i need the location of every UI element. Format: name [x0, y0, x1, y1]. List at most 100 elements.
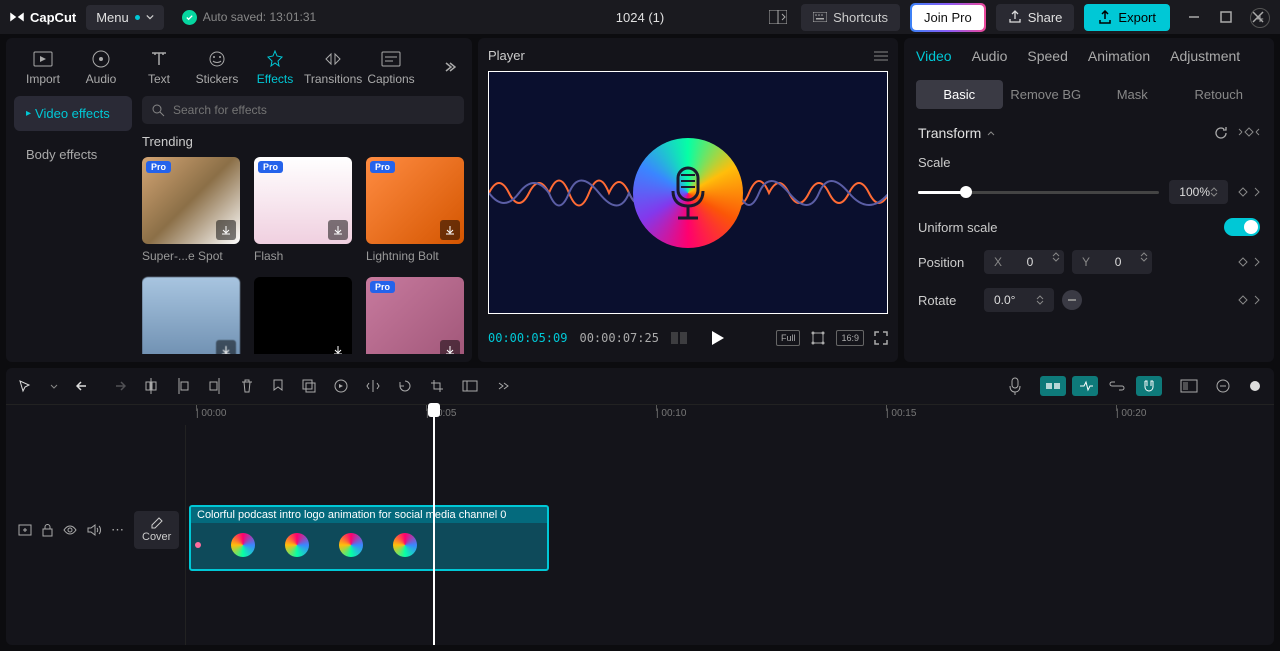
compare-icon[interactable] — [671, 332, 687, 344]
mirror-tool[interactable] — [366, 379, 380, 393]
track-more-icon[interactable]: ⋯ — [111, 522, 124, 538]
snap-toggle-2[interactable] — [1072, 376, 1098, 396]
keyframe-next-icon[interactable] — [1254, 187, 1260, 197]
redo-button[interactable] — [110, 379, 126, 393]
undo-button[interactable] — [76, 379, 92, 393]
maximize-button[interactable] — [1220, 11, 1240, 23]
selection-dropdown[interactable] — [50, 384, 58, 389]
subtab-remove-bg[interactable]: Remove BG — [1003, 80, 1090, 109]
effect-card[interactable]: Pro Super-...e Spot — [142, 157, 240, 263]
join-pro-button[interactable]: Join Pro — [910, 3, 986, 32]
track-mute-icon[interactable] — [87, 524, 101, 536]
record-button[interactable] — [1008, 377, 1022, 395]
magnet-toggle[interactable] — [1136, 376, 1162, 396]
cover-button[interactable]: Cover — [134, 511, 179, 549]
track-add-icon[interactable] — [18, 524, 32, 536]
split-tool[interactable] — [144, 378, 158, 394]
chevron-up-icon[interactable] — [987, 129, 995, 137]
delete-tool[interactable] — [240, 378, 254, 394]
timeline-ruler[interactable]: | 00:00 | 00:05 | 00:10 | 00:15 | 00:20 — [186, 405, 1274, 425]
rotate-tool[interactable] — [398, 379, 412, 393]
nav-tab-import[interactable]: Import — [14, 44, 72, 90]
keyframe-nav-icon[interactable] — [1238, 126, 1260, 140]
keyframe-next-icon[interactable] — [1254, 295, 1260, 305]
sidebar-item-video-effects[interactable]: Video effects — [14, 96, 132, 131]
uniform-scale-toggle[interactable] — [1224, 218, 1260, 236]
preview-toggle[interactable] — [1180, 379, 1198, 393]
crop-tool[interactable] — [430, 379, 444, 393]
inspector-tab-video[interactable]: Video — [916, 48, 952, 72]
podcast-logo — [633, 138, 743, 248]
share-button[interactable]: Share — [996, 4, 1075, 31]
subtab-mask[interactable]: Mask — [1089, 80, 1176, 109]
player-canvas[interactable] — [488, 71, 888, 314]
inspector-tab-animation[interactable]: Animation — [1088, 48, 1150, 72]
link-toggle[interactable] — [1104, 376, 1130, 396]
marker-tool[interactable] — [272, 378, 284, 394]
rotate-value[interactable]: 0.0° — [984, 288, 1054, 312]
keyframe-icon[interactable] — [1238, 187, 1248, 197]
player-menu-icon[interactable] — [874, 51, 888, 61]
download-icon[interactable] — [216, 340, 236, 354]
trim-left-tool[interactable] — [176, 378, 190, 394]
position-y-input[interactable]: Y 0 — [1072, 250, 1152, 274]
download-icon[interactable] — [440, 220, 460, 240]
snap-toggle-1[interactable] — [1040, 376, 1066, 396]
nav-tab-captions[interactable]: Captions — [362, 44, 420, 90]
reset-icon[interactable] — [1214, 126, 1228, 140]
nav-tab-text[interactable]: Text — [130, 44, 188, 90]
menu-button[interactable]: Menu — [86, 5, 164, 30]
download-icon[interactable] — [440, 340, 460, 354]
scale-value[interactable]: 100% — [1169, 180, 1228, 204]
inspector-tab-speed[interactable]: Speed — [1027, 48, 1067, 72]
nav-tab-audio[interactable]: Audio — [72, 44, 130, 90]
zoom-in-button[interactable]: + — [1250, 8, 1270, 28]
zoom-out-button[interactable] — [1216, 379, 1230, 393]
timeline-tracks[interactable]: Colorful podcast intro logo animation fo… — [186, 425, 1274, 645]
subtab-retouch[interactable]: Retouch — [1176, 80, 1263, 109]
nav-more-button[interactable] — [434, 52, 464, 82]
nav-tab-transitions[interactable]: Transitions — [304, 44, 362, 90]
play-button[interactable] — [711, 330, 725, 346]
keyframe-next-icon[interactable] — [1254, 257, 1260, 267]
full-button[interactable]: Full — [776, 330, 801, 346]
playhead[interactable] — [433, 405, 435, 645]
trim-right-tool[interactable] — [208, 378, 222, 394]
shortcuts-button[interactable]: Shortcuts — [801, 4, 900, 31]
effect-card[interactable] — [142, 277, 240, 354]
export-button[interactable]: Export — [1084, 4, 1170, 31]
copy-tool[interactable] — [302, 379, 316, 393]
effect-card[interactable]: Pro Lightning Bolt — [366, 157, 464, 263]
download-icon[interactable] — [216, 220, 236, 240]
effect-card[interactable]: Pro Flash — [254, 157, 352, 263]
track-visibility-icon[interactable] — [63, 525, 77, 535]
download-icon[interactable] — [328, 220, 348, 240]
freeze-tool[interactable] — [462, 380, 478, 392]
subtab-basic[interactable]: Basic — [916, 80, 1003, 109]
minimize-button[interactable] — [1188, 11, 1208, 23]
effect-card[interactable]: Pro — [366, 277, 464, 354]
video-clip[interactable]: Colorful podcast intro logo animation fo… — [189, 505, 549, 571]
effect-card[interactable] — [254, 277, 352, 354]
download-icon[interactable] — [328, 340, 348, 354]
keyframe-icon[interactable] — [1238, 257, 1248, 267]
position-x-input[interactable]: X 0 — [984, 250, 1064, 274]
selection-tool[interactable] — [18, 379, 32, 393]
inspector-tab-audio[interactable]: Audio — [972, 48, 1008, 72]
fullscreen-icon[interactable] — [874, 331, 888, 345]
layout-button[interactable] — [765, 6, 791, 28]
rotate-dial[interactable] — [1062, 290, 1082, 310]
keyframe-icon[interactable] — [1238, 295, 1248, 305]
search-input[interactable] — [142, 96, 464, 124]
crop-icon[interactable] — [810, 330, 826, 346]
reverse-tool[interactable] — [334, 379, 348, 393]
scale-slider[interactable] — [918, 191, 1159, 194]
sidebar-item-body-effects[interactable]: Body effects — [14, 137, 132, 172]
inspector-tab-adjustment[interactable]: Adjustment — [1170, 48, 1240, 72]
nav-tab-stickers[interactable]: Stickers — [188, 44, 246, 90]
more-tools[interactable] — [496, 381, 510, 391]
nav-tab-effects[interactable]: Effects — [246, 44, 304, 90]
zoom-slider[interactable] — [1248, 379, 1262, 393]
track-lock-icon[interactable] — [42, 523, 53, 537]
aspect-ratio-button[interactable]: 16:9 — [836, 330, 864, 346]
